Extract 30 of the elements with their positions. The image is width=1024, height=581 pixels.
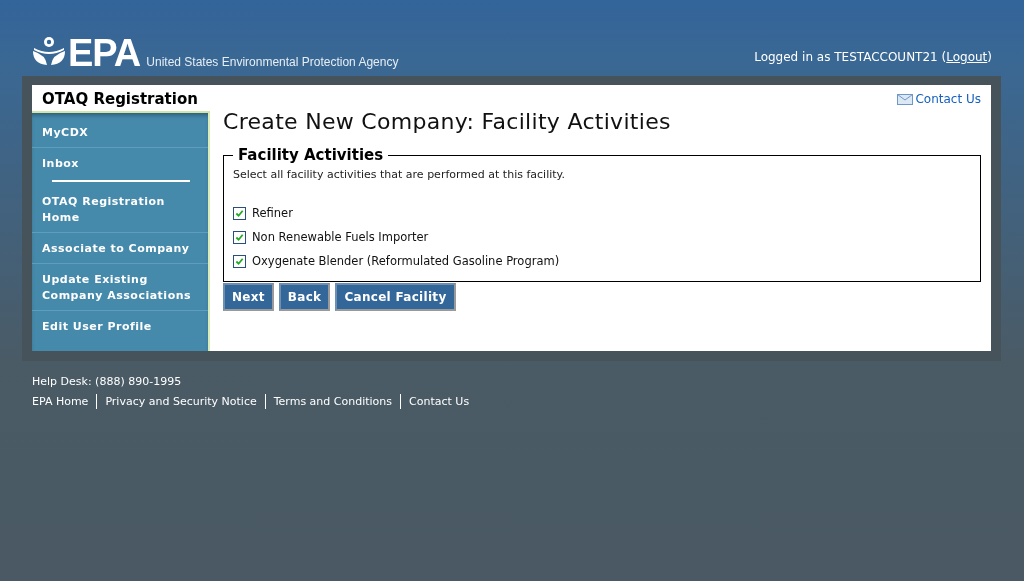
footer-link[interactable]: Contact Us — [400, 394, 478, 409]
instructions: Select all facility activities that are performed at this facility. — [233, 168, 566, 181]
sidebar-item[interactable]: MyCDX — [32, 117, 208, 148]
sidebar-item[interactable]: Update Existing Company Associations — [32, 264, 208, 311]
form-button[interactable]: Back — [278, 283, 331, 311]
form-button[interactable]: Cancel Facility — [335, 283, 456, 311]
envelope-icon — [897, 93, 914, 105]
checkbox-label: Non Renewable Fuels Importer — [252, 230, 429, 244]
epa-logo-text: EPA — [68, 36, 141, 70]
checkbox[interactable] — [233, 254, 246, 268]
footer-link[interactable]: Terms and Conditions — [264, 394, 401, 409]
checkbox-label: Refiner — [252, 206, 293, 220]
form-button[interactable]: Next — [223, 283, 274, 311]
page-title: Create New Company: Facility Activities — [223, 109, 672, 134]
sidebar-item[interactable]: Associate to Company — [32, 233, 208, 264]
login-status: Logged in as TESTACCOUNT21 (Logout) — [754, 50, 992, 64]
checkbox-label: Oxygenate Blender (Reformulated Gasoline Program) — [252, 254, 560, 268]
help-desk-text: Help Desk: (888) 890-1995 — [32, 375, 183, 388]
contact-us-link[interactable]: Contact Us — [897, 92, 981, 106]
footer-link[interactable]: EPA Home — [32, 394, 97, 409]
sidebar-item[interactable]: Inbox — [32, 148, 208, 178]
group-legend: Facility Activities — [233, 146, 389, 164]
sidebar-item[interactable]: Edit User Profile — [32, 311, 208, 341]
epa-flower-icon — [32, 36, 66, 66]
agency-name: United States Environmental Protection Agency — [146, 55, 399, 69]
logout-link[interactable]: Logout — [946, 50, 988, 64]
checkbox[interactable] — [233, 206, 246, 220]
checkbox[interactable] — [233, 230, 246, 244]
footer-link[interactable]: Privacy and Security Notice — [96, 394, 265, 409]
sidebar-item[interactable]: OTAQ Registration Home — [32, 186, 208, 233]
